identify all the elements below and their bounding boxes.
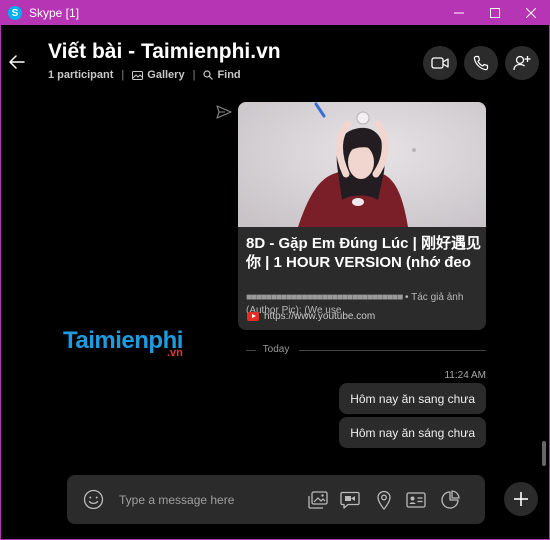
send-media-button[interactable] xyxy=(307,489,329,510)
message-feed[interactable]: 8D - Gặp Em Đúng Lúc | 刚好遇见你 | 1 HOUR VE… xyxy=(1,99,549,461)
divider-line xyxy=(246,350,256,351)
separator: | xyxy=(192,69,196,81)
video-message-icon xyxy=(340,491,360,509)
video-camera-icon xyxy=(431,57,449,69)
plus-icon xyxy=(514,492,528,506)
link-preview-card[interactable]: 8D - Gặp Em Đúng Lúc | 刚好遇见你 | 1 HOUR VE… xyxy=(238,102,486,330)
participants-link[interactable]: 1 participant xyxy=(48,69,113,81)
arrow-left-icon xyxy=(9,55,25,69)
window-title: Skype [1] xyxy=(29,6,80,20)
youtube-icon xyxy=(247,312,259,321)
divider-line xyxy=(299,350,486,351)
video-message-button[interactable] xyxy=(339,489,361,510)
back-button[interactable] xyxy=(7,52,27,72)
add-person-icon xyxy=(513,55,531,71)
thumbnail-illustration xyxy=(238,102,486,227)
phone-icon xyxy=(473,55,489,71)
poll-chart-icon xyxy=(441,489,460,509)
skype-logo-icon: S xyxy=(8,6,22,20)
close-icon xyxy=(526,8,536,18)
minimize-button[interactable] xyxy=(441,1,477,25)
add-attachment-button[interactable] xyxy=(504,482,538,516)
find-label: Find xyxy=(217,69,241,81)
minimize-icon xyxy=(454,12,464,14)
date-divider-label: Today xyxy=(262,344,290,355)
close-button[interactable] xyxy=(513,1,549,25)
preview-thumbnail[interactable] xyxy=(238,102,486,227)
send-contact-button[interactable] xyxy=(405,489,427,510)
add-participant-button[interactable] xyxy=(505,46,539,80)
message-timestamp: 11:24 AM xyxy=(444,370,486,381)
emoji-icon xyxy=(83,489,104,510)
gallery-label: Gallery xyxy=(147,69,185,81)
message-composer xyxy=(67,475,485,524)
maximize-button[interactable] xyxy=(477,1,513,25)
find-link[interactable]: Find xyxy=(203,69,241,81)
chat-subheader: 1 participant | Gallery | Find xyxy=(48,69,241,81)
gallery-link[interactable]: Gallery xyxy=(132,69,185,81)
send-status-icon xyxy=(216,105,232,119)
chat-title[interactable]: Viết bài - Taimienphi.vn xyxy=(48,40,281,64)
audio-call-button[interactable] xyxy=(464,46,498,80)
chat-header: Viết bài - Taimienphi.vn 1 participant |… xyxy=(1,25,549,99)
preview-title[interactable]: 8D - Gặp Em Đúng Lúc | 刚好遇见你 | 1 HOUR VE… xyxy=(246,234,482,272)
search-icon xyxy=(203,70,214,80)
preview-source[interactable]: https://www.youtube.com xyxy=(247,311,375,322)
message-bubble[interactable]: Hôm nay ăn sang chưa xyxy=(339,383,486,414)
image-gallery-icon xyxy=(308,490,328,509)
message-input[interactable] xyxy=(119,489,299,510)
gallery-icon xyxy=(132,70,144,80)
date-divider: Today xyxy=(71,343,486,357)
skype-window: S Skype [1] Viết bài - Taimienphi.vn 1 p… xyxy=(0,0,550,540)
message-bubble[interactable]: Hôm nay ăn sáng chưa xyxy=(339,417,486,448)
share-location-button[interactable] xyxy=(373,489,395,510)
emoji-button[interactable] xyxy=(83,489,104,510)
preview-desc-blocks: ■■■■■■■■■■■■■■■■■■■■■■■■■■■■■■■ xyxy=(246,292,403,303)
title-bar: S Skype [1] xyxy=(1,1,549,25)
preview-url[interactable]: https://www.youtube.com xyxy=(264,311,375,322)
video-call-button[interactable] xyxy=(423,46,457,80)
location-pin-icon xyxy=(377,490,391,510)
separator: | xyxy=(121,69,125,81)
scrollbar-thumb[interactable] xyxy=(542,441,546,466)
create-poll-button[interactable] xyxy=(439,489,461,510)
maximize-icon xyxy=(490,8,500,18)
contact-card-icon xyxy=(406,491,426,508)
